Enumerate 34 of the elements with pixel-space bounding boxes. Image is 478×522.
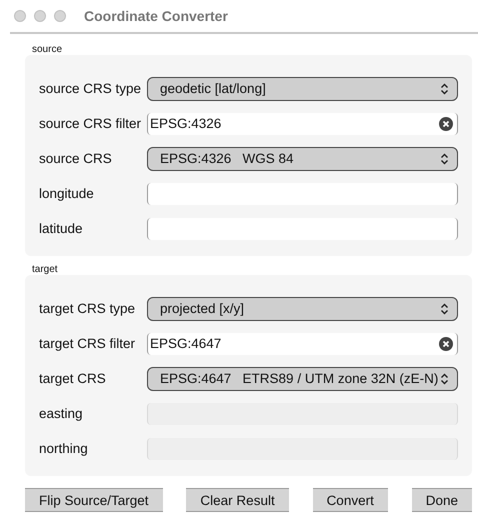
field-label: longitude <box>39 186 95 201</box>
zoom-icon[interactable] <box>54 10 66 22</box>
field-label: source CRS <box>39 151 113 166</box>
field-label: target CRS type <box>39 301 136 316</box>
field-label: target CRS filter <box>39 336 136 351</box>
chevron-icon <box>440 82 449 94</box>
push-button[interactable]: Convert <box>312 488 388 512</box>
dropdown[interactable]: EPSG:4326 WGS 84 <box>147 146 458 170</box>
filter-field[interactable]: EPSG:4647 <box>147 332 458 354</box>
field-label: northing <box>39 441 89 456</box>
dropdown[interactable]: geodetic [lat/long] <box>147 76 458 100</box>
field-label: easting <box>39 406 84 421</box>
field-label: latitude <box>39 221 84 236</box>
chevron-icon <box>440 372 449 384</box>
clear-icon[interactable] <box>439 336 453 350</box>
push-button[interactable]: Done <box>412 488 472 512</box>
dropdown[interactable]: EPSG:4647 ETRS89 / UTM zone 32N (zE-N) <box>147 366 458 390</box>
field-label: source CRS filter <box>39 116 142 131</box>
push-button[interactable]: Flip Source/Target <box>25 488 163 512</box>
window-title: Coordinate Converter <box>84 8 228 24</box>
input-field[interactable] <box>147 182 458 204</box>
close-icon[interactable] <box>14 10 26 22</box>
chevron-icon <box>440 302 449 314</box>
group-title: source <box>32 44 62 55</box>
clear-icon[interactable] <box>439 116 453 130</box>
group-title: target <box>32 264 58 275</box>
field-label: source CRS type <box>39 81 142 96</box>
field-label: target CRS <box>39 371 107 386</box>
push-button[interactable]: Clear Result <box>186 488 289 512</box>
minimize-icon[interactable] <box>34 10 46 22</box>
dropdown[interactable]: projected [x/y] <box>147 296 458 320</box>
filter-field[interactable]: EPSG:4326 <box>147 112 458 134</box>
input-field[interactable] <box>147 218 458 240</box>
chevron-icon <box>440 152 449 164</box>
